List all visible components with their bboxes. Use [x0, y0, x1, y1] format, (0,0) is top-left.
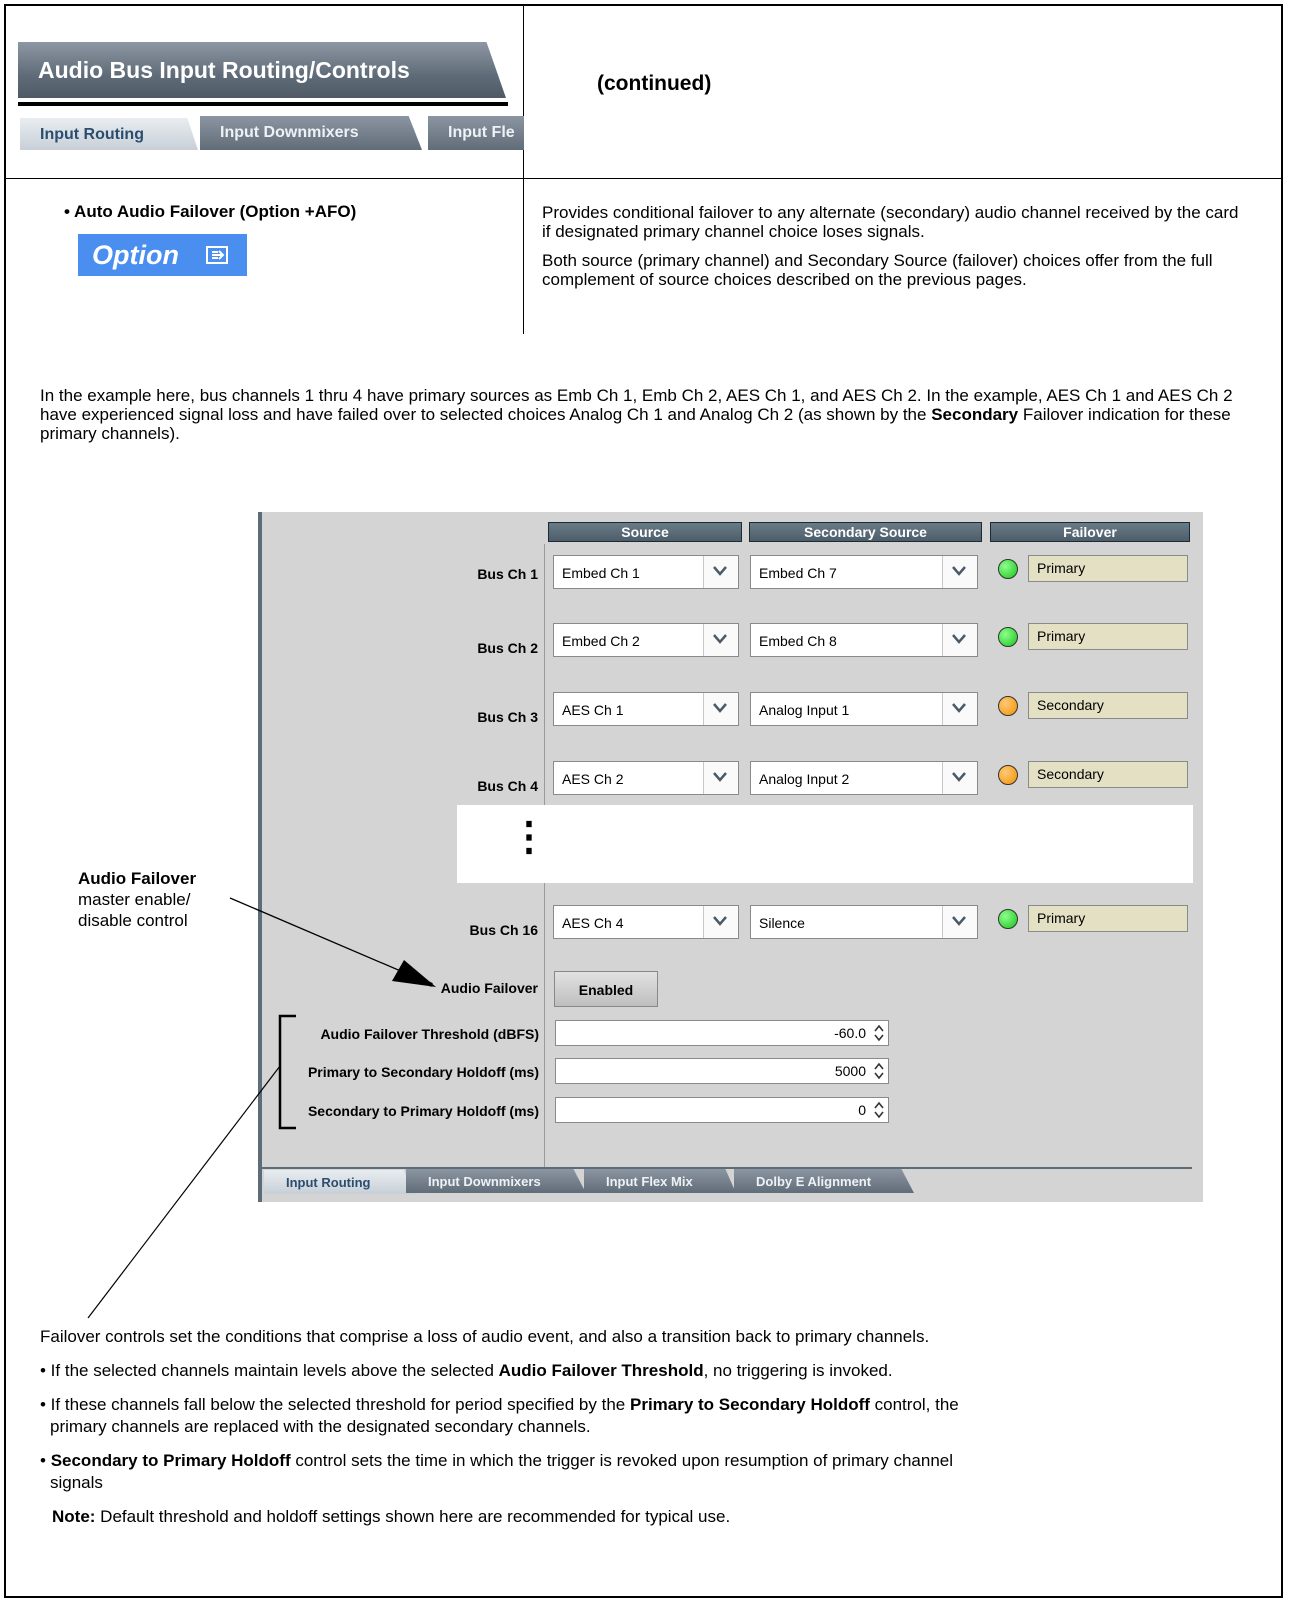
callout-title: Audio Failover [78, 869, 197, 888]
footer-bullet-3-cont: signals [50, 1473, 103, 1492]
audio-failover-callout: Audio Failover master enable/ disable co… [78, 868, 196, 931]
bracket-leader-line [87, 1065, 281, 1319]
note-label: Note: [52, 1507, 96, 1526]
footer-intro: Failover controls set the conditions tha… [40, 1327, 930, 1346]
b1-post: , no triggering is invoked. [703, 1361, 893, 1380]
b1-bold: Audio Failover Threshold [498, 1361, 704, 1380]
b1-pre: • If the selected channels maintain leve… [40, 1361, 499, 1380]
callout-line-2: master enable/ [78, 890, 191, 909]
b2-pre: • If these channels fall below the selec… [40, 1395, 630, 1414]
b3-bullet: • [40, 1451, 51, 1470]
footer-bullet-2-cont: primary channels are replaced with the d… [50, 1417, 591, 1436]
b3-bold: Secondary to Primary Holdoff [50, 1451, 291, 1470]
b3-post: control sets the time in which the trigg… [290, 1451, 954, 1470]
b2-post: control, the [869, 1395, 959, 1414]
note-text: Default threshold and holdoff settings s… [95, 1507, 731, 1526]
footer-note: Note: Default threshold and holdoff sett… [52, 1506, 730, 1528]
footer-bullet-3: • Secondary to Primary Holdoff control s… [40, 1450, 953, 1472]
holdoff-bracket [278, 1014, 296, 1130]
callout-line-3: disable control [78, 911, 188, 930]
b2-bold: Primary to Secondary Holdoff [629, 1395, 870, 1414]
audio-failover-leader-line [229, 897, 411, 976]
footer-bullet-1: • If the selected channels maintain leve… [40, 1360, 893, 1382]
footer-bullet-2: • If these channels fall below the selec… [40, 1394, 959, 1416]
